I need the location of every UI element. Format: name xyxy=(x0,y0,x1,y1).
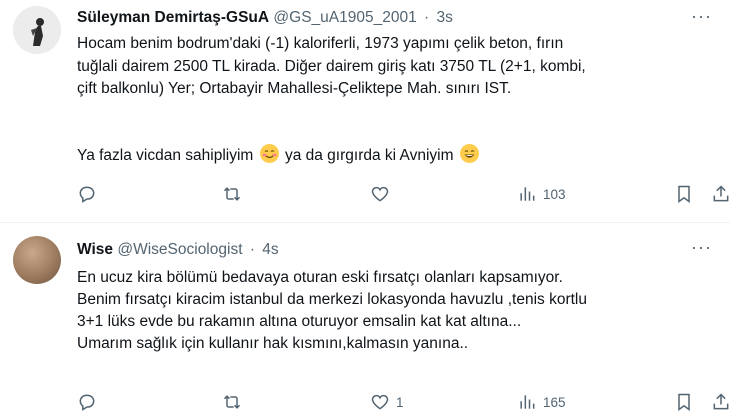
reply-icon xyxy=(79,186,95,203)
like-button[interactable]: 1 xyxy=(370,390,404,414)
like-count: 1 xyxy=(396,394,404,410)
display-name[interactable]: Wise xyxy=(77,241,113,258)
view-count: 103 xyxy=(543,186,566,202)
separator-dot: · xyxy=(424,9,430,26)
tweet-text: Hocam benim bodrum'daki (-1) kaloriferli… xyxy=(77,33,717,101)
view-count: 165 xyxy=(543,394,566,410)
timestamp[interactable]: 4s xyxy=(262,241,278,258)
retweet-button[interactable] xyxy=(222,182,242,206)
more-options-icon[interactable]: ··· xyxy=(691,6,712,27)
avatar-image xyxy=(13,6,61,54)
reply-icon xyxy=(79,394,95,411)
retweet-icon xyxy=(223,187,241,201)
handle[interactable]: @GS_uA1905_2001 xyxy=(273,9,416,26)
share-button[interactable] xyxy=(711,390,730,414)
tweet-actions: 103 xyxy=(77,182,730,206)
text-line: 3+1 lüks evde bu rakamın altına oturuyor… xyxy=(77,313,522,330)
avatar[interactable] xyxy=(13,6,61,54)
text-line: Hocam benim bodrum'daki (-1) kaloriferli… xyxy=(77,35,564,52)
text-segment: ya da gırgırda ki Avniyim xyxy=(284,147,454,164)
timestamp[interactable]: 3s xyxy=(437,9,453,26)
text-segment: Ya fazla vicdan sahipliyim xyxy=(77,147,254,164)
heart-icon xyxy=(371,186,389,202)
tweet-actions: 1 165 xyxy=(77,390,730,414)
avatar[interactable] xyxy=(13,236,61,284)
share-button[interactable] xyxy=(711,182,730,206)
text-line: Benim fırsatçı kiracim istanbul da merke… xyxy=(77,291,587,308)
tweet-text-line-2: Ya fazla vicdan sahipliyim ya da gırgırd… xyxy=(77,144,717,168)
analytics-icon xyxy=(520,187,535,201)
retweet-icon xyxy=(223,395,241,409)
text-line: Umarım sağlık için kullanır hak kısmını,… xyxy=(77,335,469,352)
tweet-header: Wise @WiseSociologist · 4s xyxy=(77,240,279,260)
share-icon xyxy=(713,185,729,202)
analytics-icon xyxy=(520,395,535,409)
grinning-face-icon xyxy=(459,144,479,163)
tweet-header: Süleyman Demirtaş-GSuA @GS_uA1905_2001 ·… xyxy=(77,8,453,28)
display-name[interactable]: Süleyman Demirtaş-GSuA xyxy=(77,9,269,26)
bookmark-button[interactable] xyxy=(674,390,694,414)
text-line: En ucuz kira bölümü bedavaya oturan eski… xyxy=(77,269,563,286)
share-icon xyxy=(713,393,729,410)
reply-button[interactable] xyxy=(77,182,97,206)
bookmark-icon xyxy=(678,393,690,411)
text-line: tuğlali dairem 2500 TL kirada. Diğer dai… xyxy=(77,57,586,75)
retweet-button[interactable] xyxy=(222,390,242,414)
more-options-icon[interactable]: ··· xyxy=(691,237,712,258)
bookmark-button[interactable] xyxy=(674,182,694,206)
smiling-face-icon xyxy=(259,144,279,163)
text-line: çift balkonlu) Yer; Ortabayir Mahallesi-… xyxy=(77,80,512,97)
bookmark-icon xyxy=(678,185,690,203)
reply-button[interactable] xyxy=(77,390,97,414)
handle[interactable]: @WiseSociologist xyxy=(117,241,242,258)
tweet-1[interactable]: Süleyman Demirtaş-GSuA @GS_uA1905_2001 ·… xyxy=(0,0,730,223)
separator-dot: · xyxy=(249,241,255,258)
views-button[interactable]: 103 xyxy=(517,182,566,206)
like-button[interactable] xyxy=(370,182,396,206)
views-button[interactable]: 165 xyxy=(517,390,566,414)
tweet-text: En ucuz kira bölümü bedavaya oturan eski… xyxy=(77,267,717,355)
heart-icon xyxy=(371,394,389,410)
